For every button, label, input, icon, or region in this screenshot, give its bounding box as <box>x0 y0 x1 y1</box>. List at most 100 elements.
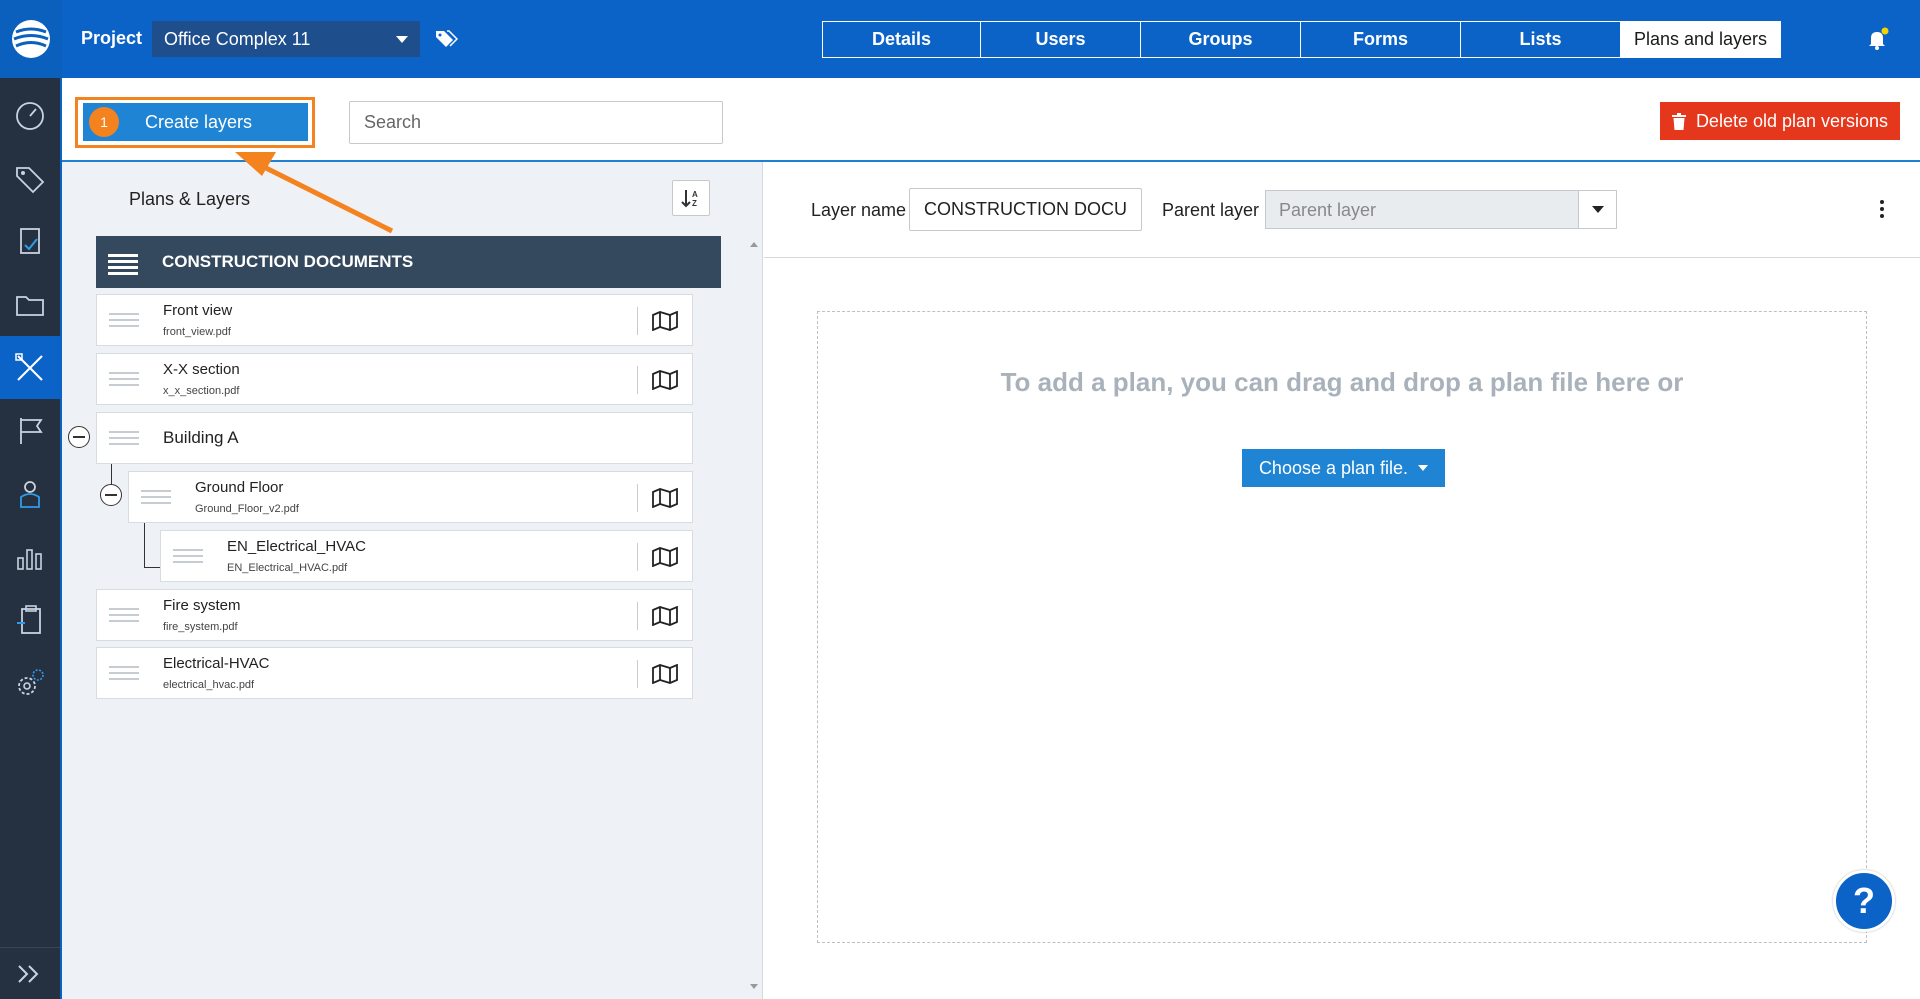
parent-layer-select[interactable]: Parent layer <box>1265 190 1617 229</box>
tab-lists[interactable]: Lists <box>1461 21 1621 58</box>
menu-icon <box>108 254 138 278</box>
layer-name-label: Layer name <box>811 200 907 220</box>
user-icon <box>20 480 40 508</box>
layer-name: Fire system <box>163 597 241 614</box>
tab-groups[interactable]: Groups <box>1141 21 1301 58</box>
layer-detail-panel: Layer name Parent layer Parent layer To … <box>764 162 1920 999</box>
project-tags-button[interactable] <box>434 28 459 55</box>
nav-forms[interactable] <box>0 210 60 273</box>
collapse-toggle[interactable] <box>68 426 90 448</box>
dropzone-text: To add a plan, you can drag and drop a p… <box>1000 367 1684 397</box>
top-header: Project Office Complex 11 Details Users … <box>62 0 1920 78</box>
double-chevron-right-icon <box>18 964 39 983</box>
tree-connector <box>144 519 145 567</box>
layer-group-header[interactable]: CONSTRUCTION DOCUMENTS <box>96 236 721 288</box>
nav-files[interactable] <box>0 273 60 336</box>
delete-label: Delete old plan versions <box>1695 110 1889 131</box>
notifications-button[interactable] <box>1866 27 1890 56</box>
layer-row[interactable]: X-X section x_x_section.pdf <box>96 353 693 405</box>
drag-handle-icon[interactable] <box>109 372 139 390</box>
layer-file: EN_Electrical_HVAC.pdf <box>227 562 348 574</box>
choose-plan-file-label: Choose a plan file. <box>1258 457 1409 478</box>
delete-old-plan-versions-button[interactable]: Delete old plan versions <box>1660 102 1900 140</box>
sidebar-expand-button[interactable] <box>0 947 60 999</box>
chevron-down-icon <box>1578 191 1616 228</box>
open-plan-button[interactable] <box>637 366 692 394</box>
group-header-label: CONSTRUCTION DOCUMENTS <box>162 252 414 271</box>
map-icon <box>652 488 678 508</box>
app-logo[interactable] <box>0 0 62 78</box>
parent-layer-placeholder: Parent layer <box>1279 200 1377 220</box>
gear-icon <box>18 668 44 695</box>
help-button[interactable]: ? <box>1833 870 1895 932</box>
nav-statistics[interactable] <box>0 525 60 588</box>
drag-handle-icon[interactable] <box>141 490 171 508</box>
open-plan-button[interactable] <box>637 660 692 688</box>
drag-handle-icon[interactable] <box>109 608 139 626</box>
parent-layer-label: Parent layer <box>1162 200 1260 220</box>
svg-text:A: A <box>692 190 698 199</box>
nav-settings[interactable] <box>0 651 60 714</box>
choose-plan-file-button[interactable]: Choose a plan file. <box>1242 449 1445 487</box>
project-select[interactable]: Office Complex 11 <box>152 21 420 57</box>
tab-plans-and-layers[interactable]: Plans and layers <box>1621 21 1781 58</box>
more-options-icon[interactable] <box>1880 200 1884 221</box>
logo-icon <box>12 20 50 58</box>
tab-details[interactable]: Details <box>822 21 981 58</box>
layer-row[interactable]: Fire system fire_system.pdf <box>96 589 693 641</box>
tab-users[interactable]: Users <box>981 21 1141 58</box>
open-plan-button[interactable] <box>637 602 692 630</box>
map-icon <box>652 370 678 390</box>
scroll-up-arrow[interactable] <box>750 242 758 247</box>
trash-icon <box>1671 112 1686 130</box>
bell-icon <box>1869 27 1889 50</box>
collapse-toggle[interactable] <box>100 484 122 506</box>
drag-handle-icon[interactable] <box>109 313 139 331</box>
tag-icon <box>16 166 45 193</box>
chevron-down-icon <box>396 36 408 43</box>
open-plan-button[interactable] <box>637 484 692 512</box>
open-plan-button[interactable] <box>637 543 692 571</box>
map-icon <box>652 311 678 331</box>
drag-handle-icon[interactable] <box>109 666 139 684</box>
nav-plans[interactable] <box>0 336 60 399</box>
layer-row[interactable]: Ground Floor Ground_Floor_v2.pdf <box>128 471 693 523</box>
tree-connector <box>144 567 160 568</box>
document-check-icon <box>20 227 40 254</box>
nav-flags[interactable] <box>0 399 60 462</box>
layer-properties: Layer name Parent layer Parent layer <box>764 162 1920 258</box>
layer-name: Front view <box>163 302 233 319</box>
nav-dashboard[interactable] <box>0 84 60 147</box>
step-badge: 1 <box>89 107 119 137</box>
drag-handle-icon[interactable] <box>173 549 203 567</box>
scroll-down-arrow[interactable] <box>750 984 758 989</box>
nav-users[interactable] <box>0 462 60 525</box>
project-tabs: Details Users Groups Forms Lists Plans a… <box>822 21 1781 58</box>
layer-row[interactable]: Building A <box>96 412 693 464</box>
flag-icon <box>20 417 43 444</box>
search-input[interactable] <box>349 101 723 144</box>
layer-name: Ground Floor <box>195 479 284 496</box>
ruler-pencil-icon <box>15 352 43 381</box>
layer-name-input[interactable] <box>909 188 1142 231</box>
map-icon <box>652 606 678 626</box>
layer-file: electrical_hvac.pdf <box>163 679 255 691</box>
layer-name: X-X section <box>163 361 240 378</box>
clipboard-icon <box>17 604 41 634</box>
plans-toolbar: Create layers 1 Delete old plan versions <box>62 78 1920 162</box>
sort-button[interactable]: AZ <box>672 180 710 216</box>
tab-forms[interactable]: Forms <box>1301 21 1461 58</box>
nav-clipboard[interactable] <box>0 588 60 651</box>
layer-name: EN_Electrical_HVAC <box>227 538 366 555</box>
bar-chart-icon <box>17 548 42 570</box>
plan-dropzone[interactable]: To add a plan, you can drag and drop a p… <box>817 311 1867 943</box>
drag-handle-icon[interactable] <box>109 431 139 449</box>
project-label: Project <box>81 28 143 48</box>
svg-text:Z: Z <box>692 199 697 208</box>
layer-row[interactable]: EN_Electrical_HVAC EN_Electrical_HVAC.pd… <box>160 530 693 582</box>
nav-tags[interactable] <box>0 147 60 210</box>
layer-row[interactable]: Front view front_view.pdf <box>96 294 693 346</box>
open-plan-button[interactable] <box>637 307 692 335</box>
folder-icon <box>16 295 44 316</box>
layer-row[interactable]: Electrical-HVAC electrical_hvac.pdf <box>96 647 693 699</box>
